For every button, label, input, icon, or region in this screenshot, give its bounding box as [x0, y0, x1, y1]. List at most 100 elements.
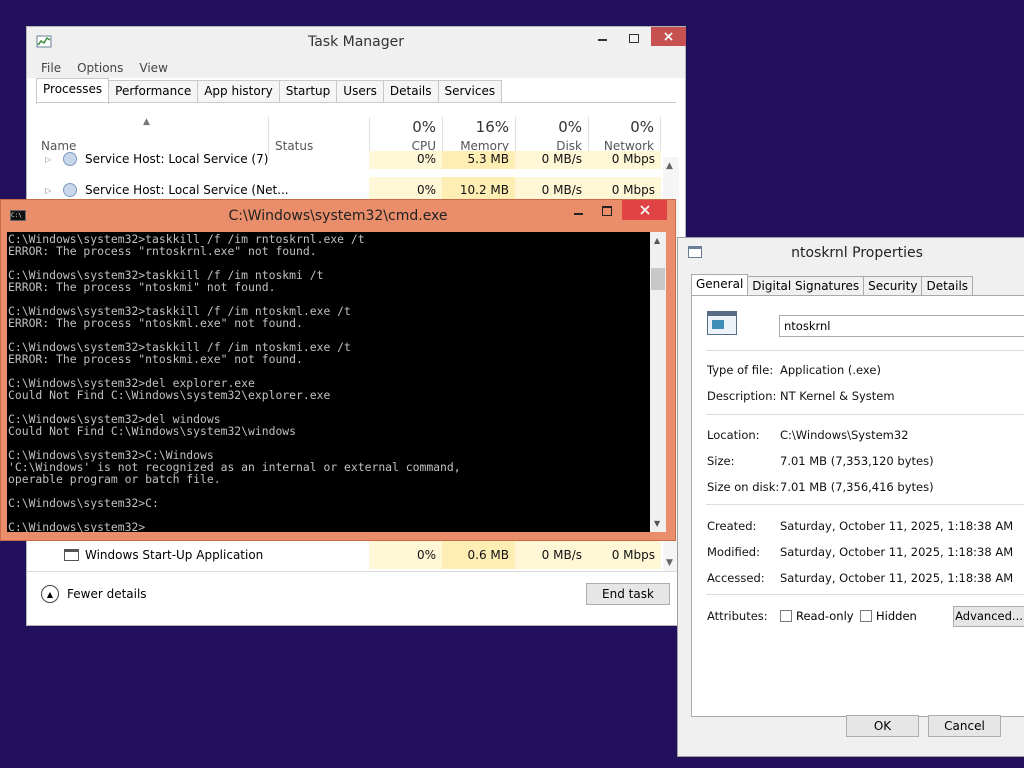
- location-value: C:\Windows\System32: [780, 428, 909, 442]
- cancel-button[interactable]: Cancel: [928, 715, 1001, 737]
- tab-divider: [36, 102, 676, 103]
- cmd-window: C:\ C:\Windows\system32\cmd.exe C:\Windo…: [0, 199, 676, 541]
- tab-startup[interactable]: Startup: [278, 80, 338, 103]
- tab-performance[interactable]: Performance: [108, 80, 199, 103]
- column-header-disk[interactable]: 0% Disk: [515, 117, 588, 155]
- tab-details[interactable]: Details: [921, 276, 974, 295]
- console-line: C:\Windows\system32>: [8, 520, 146, 532]
- hidden-label: Hidden: [876, 609, 917, 623]
- footer-divider: [27, 571, 685, 572]
- cpu-cell: 0%: [369, 542, 442, 569]
- disk-total-percent: 0%: [558, 118, 582, 136]
- properties-title: ntoskrnl Properties: [791, 245, 923, 261]
- close-button[interactable]: [651, 27, 686, 46]
- console-line: ERROR: The process "ntoskml.exe" not fou…: [8, 316, 303, 330]
- console-line: Could Not Find C:\Windows\system32\explo…: [8, 388, 331, 402]
- disk-cell: 0 MB/s: [515, 151, 588, 169]
- table-row[interactable]: Windows Start-Up Application 0% 0.6 MB 0…: [35, 542, 665, 569]
- attributes-label: Attributes:: [707, 609, 768, 623]
- ok-button[interactable]: OK: [846, 715, 919, 737]
- accessed-value: Saturday, October 11, 2025, 1:18:38 AM: [780, 571, 1014, 585]
- accessed-label: Accessed:: [707, 571, 765, 585]
- advanced-button[interactable]: Advanced...: [953, 606, 1024, 627]
- tab-users[interactable]: Users: [336, 80, 384, 103]
- process-name: Windows Start-Up Application: [85, 548, 264, 562]
- tab-details[interactable]: Details: [382, 80, 439, 103]
- maximize-icon: [602, 206, 612, 216]
- console-line: C:\Windows\system32>C:: [8, 496, 159, 510]
- column-header-status[interactable]: Status: [268, 117, 369, 155]
- readonly-checkbox[interactable]: [780, 610, 792, 622]
- process-name: Service Host: Local Service (7): [85, 152, 269, 166]
- scroll-down-icon: ▼: [666, 558, 673, 568]
- gear-icon: [63, 152, 77, 166]
- separator: [706, 414, 1024, 415]
- size-value: 7.01 MB (7,353,120 bytes): [780, 454, 934, 468]
- console-line: ERROR: The process "rntoskrnl.exe" not f…: [8, 244, 317, 258]
- tab-digital-signatures[interactable]: Digital Signatures: [747, 276, 865, 295]
- task-manager-titlebar[interactable]: Task Manager: [27, 27, 686, 58]
- close-icon: [639, 205, 650, 215]
- network-cell: 0 Mbps: [588, 151, 661, 169]
- scroll-thumb[interactable]: [651, 268, 665, 290]
- type-label: Type of file:: [707, 363, 774, 377]
- menu-options[interactable]: Options: [77, 58, 123, 78]
- app-window-icon: [64, 549, 79, 561]
- tab-app-history[interactable]: App history: [197, 80, 280, 103]
- properties-titlebar[interactable]: ntoskrnl Properties: [678, 238, 1024, 268]
- tab-services[interactable]: Services: [437, 80, 503, 103]
- end-task-button[interactable]: End task: [586, 583, 670, 605]
- properties-window: ntoskrnl Properties General Digital Sign…: [677, 237, 1024, 757]
- menu-file[interactable]: File: [41, 58, 61, 78]
- expand-arrow-icon: ▷: [45, 155, 52, 164]
- console-line: Could Not Find C:\Windows\system32\windo…: [8, 424, 297, 438]
- tab-processes[interactable]: Processes: [36, 78, 110, 104]
- cmd-scrollbar[interactable]: ▲ ▼: [650, 232, 666, 532]
- modified-label: Modified:: [707, 545, 760, 559]
- minimize-icon: [573, 213, 583, 215]
- memory-cell: 5.3 MB: [442, 151, 515, 169]
- separator: [706, 350, 1024, 351]
- fewer-details-button[interactable]: ▲ Fewer details: [41, 583, 147, 605]
- hidden-checkbox[interactable]: [860, 610, 872, 622]
- size-on-disk-label: Size on disk:: [707, 480, 780, 494]
- description-label: Description:: [707, 389, 777, 403]
- close-icon: [664, 32, 673, 41]
- column-header-memory[interactable]: 16% Memory: [442, 117, 515, 155]
- scroll-up-icon: ▲: [654, 236, 661, 245]
- filename-field[interactable]: ntoskrnl: [779, 315, 1024, 337]
- console-line: operable program or batch file.: [8, 472, 221, 486]
- minimize-icon: [597, 39, 607, 41]
- maximize-icon: [629, 33, 639, 43]
- column-header-network[interactable]: 0% Network: [588, 117, 661, 155]
- minimize-button[interactable]: [587, 27, 617, 49]
- general-panel: ntoskrnl Type of file: Application (.exe…: [691, 295, 1024, 717]
- table-row[interactable]: ▷ Service Host: Local Service (7) 0% 5.3…: [35, 151, 665, 169]
- chevron-up-circle-icon: ▲: [41, 585, 59, 603]
- cmd-close-button[interactable]: [622, 200, 667, 220]
- size-label: Size:: [707, 454, 735, 468]
- cmd-minimize-button[interactable]: [563, 200, 593, 222]
- cmd-maximize-button[interactable]: [593, 200, 621, 222]
- network-cell: 0 Mbps: [588, 542, 661, 569]
- modified-value: Saturday, October 11, 2025, 1:18:38 AM: [780, 545, 1014, 559]
- location-label: Location:: [707, 428, 760, 442]
- cmd-titlebar[interactable]: C:\ C:\Windows\system32\cmd.exe: [1, 200, 675, 232]
- fewer-details-label: Fewer details: [67, 587, 147, 601]
- memory-total-percent: 16%: [475, 118, 509, 136]
- maximize-button[interactable]: [619, 27, 649, 49]
- column-header-cpu[interactable]: 0% CPU: [369, 117, 442, 155]
- separator: [706, 594, 1024, 595]
- menu-view[interactable]: View: [139, 58, 167, 78]
- disk-cell: 0 MB/s: [515, 542, 588, 569]
- console-line: ERROR: The process "ntoskmi" not found.: [8, 280, 276, 294]
- type-value: Application (.exe): [780, 363, 881, 377]
- console-output[interactable]: C:\Windows\system32>taskkill /f /im rnto…: [7, 232, 650, 532]
- file-app-icon: [707, 311, 737, 335]
- task-manager-menubar: File Options View: [27, 58, 685, 78]
- tab-general[interactable]: General: [691, 274, 749, 296]
- scroll-down-icon: ▼: [654, 519, 661, 528]
- cpu-total-percent: 0%: [412, 118, 436, 136]
- tab-security[interactable]: Security: [863, 276, 923, 295]
- size-on-disk-value: 7.01 MB (7,356,416 bytes): [780, 480, 934, 494]
